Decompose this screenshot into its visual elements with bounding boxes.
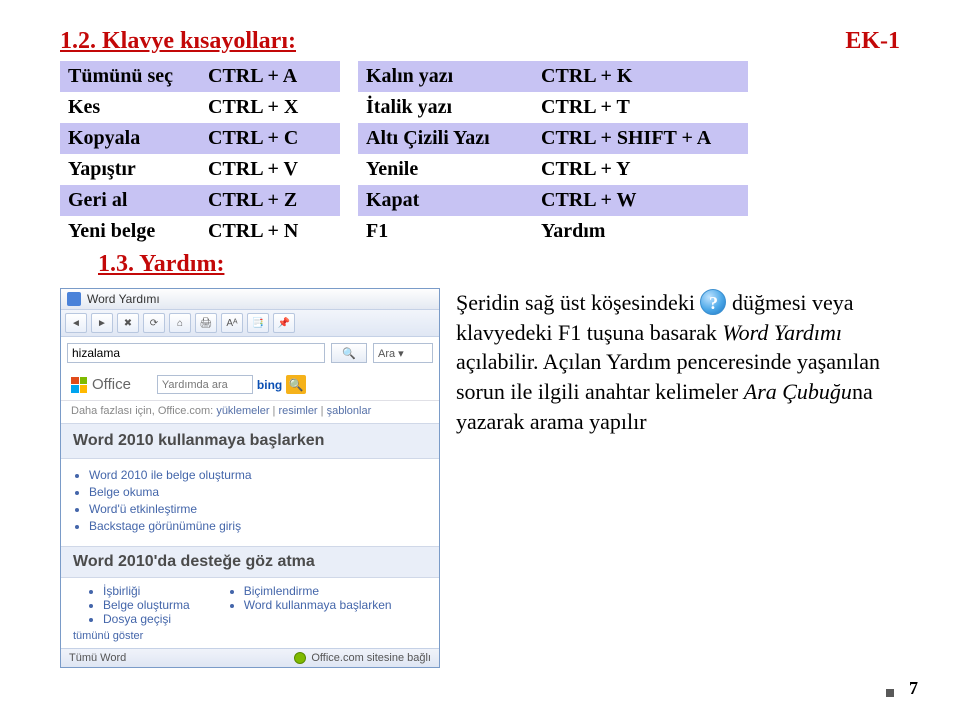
cell: CTRL + C <box>200 123 340 154</box>
word-help-window: Word Yardımı ◄ ► ✖ ⟳ ⌂ 🖨 Aᴬ 📑 📌 🔍 Ara ▾ … <box>60 288 440 668</box>
bing-search-button[interactable]: 🔍 <box>286 375 306 394</box>
help-section-2-col2: Biçimlendirme Word kullanmaya başlarken <box>230 584 392 626</box>
font-button[interactable]: Aᴬ <box>221 313 243 333</box>
help-link[interactable]: Word kullanmaya başlarken <box>244 598 392 612</box>
show-all-link[interactable]: tümünü göster <box>61 628 439 648</box>
page-number: 7 <box>909 678 918 699</box>
help-section-1-title: Word 2010 kullanmaya başlarken <box>61 423 439 459</box>
shortcuts-table-2: Kalın yazıCTRL + K İtalik yazıCTRL + T A… <box>358 61 748 247</box>
cell: F1 <box>358 216 533 247</box>
refresh-button[interactable]: ⟳ <box>143 313 165 333</box>
help-link[interactable]: Backstage görünümüne giriş <box>89 519 431 533</box>
explanation-paragraph: Şeridin sağ üst köşesindeki ? düğmesi ve… <box>456 288 886 436</box>
help-icon: ? <box>700 289 726 315</box>
home-button[interactable]: ⌂ <box>169 313 191 333</box>
more-links-row: Daha fazlası için, Office.com: yüklemele… <box>61 401 439 423</box>
help-section-1-list: Word 2010 ile belge oluşturma Belge okum… <box>61 459 439 546</box>
cell: Yeni belge <box>60 216 200 247</box>
help-link[interactable]: Belge okuma <box>89 485 431 499</box>
cell: CTRL + V <box>200 154 340 185</box>
help-toolbar: ◄ ► ✖ ⟳ ⌂ 🖨 Aᴬ 📑 📌 <box>61 310 439 337</box>
cell: Kopyala <box>60 123 200 154</box>
connection-status-icon <box>294 652 306 664</box>
subsection-title: 1.3. Yardım: <box>98 251 900 278</box>
help-section-2-col1: İşbirliği Belge oluşturma Dosya geçişi <box>89 584 190 626</box>
cell: CTRL + K <box>533 61 748 92</box>
bing-brand-text: bing <box>257 378 282 392</box>
help-link[interactable]: Word 2010 ile belge oluşturma <box>89 468 431 482</box>
help-link[interactable]: Dosya geçişi <box>103 612 190 626</box>
help-statusbar: Tümü Word Office.com sitesine bağlı <box>61 648 439 667</box>
cell: Altı Çizili Yazı <box>358 123 533 154</box>
section-title: 1.2. Klavye kısayolları: <box>60 28 296 55</box>
status-right-text: Office.com sitesine bağlı <box>311 652 431 664</box>
link-templates[interactable]: şablonlar <box>327 405 372 417</box>
bing-search-input[interactable] <box>157 375 253 394</box>
cell: CTRL + A <box>200 61 340 92</box>
cell: Kapat <box>358 185 533 216</box>
pin-button[interactable]: 📌 <box>273 313 295 333</box>
cell: Yenile <box>358 154 533 185</box>
page-bullet-icon <box>886 689 894 697</box>
cell: Kalın yazı <box>358 61 533 92</box>
ek-label: EK-1 <box>845 28 900 55</box>
help-link[interactable]: Belge oluşturma <box>103 598 190 612</box>
office-logo-icon <box>71 377 87 393</box>
help-link[interactable]: İşbirliği <box>103 584 190 598</box>
forward-button[interactable]: ► <box>91 313 113 333</box>
help-link[interactable]: Word'ü etkinleştirme <box>89 502 431 516</box>
help-search-dropdown[interactable]: Ara ▾ <box>373 343 433 363</box>
link-images[interactable]: resimler <box>278 405 317 417</box>
help-window-titlebar: Word Yardımı <box>61 289 439 310</box>
cell: CTRL + T <box>533 92 748 123</box>
cell: İtalik yazı <box>358 92 533 123</box>
cell: Yardım <box>533 216 748 247</box>
help-window-title-text: Word Yardımı <box>87 292 160 306</box>
cell: Yapıştır <box>60 154 200 185</box>
back-button[interactable]: ◄ <box>65 313 87 333</box>
stop-button[interactable]: ✖ <box>117 313 139 333</box>
help-search-input[interactable] <box>67 343 325 363</box>
cell: CTRL + SHIFT + A <box>533 123 748 154</box>
help-search-go-button[interactable]: 🔍 <box>331 343 367 363</box>
shortcuts-table-1: Tümünü seçCTRL + A KesCTRL + X KopyalaCT… <box>60 61 340 247</box>
cell: Geri al <box>60 185 200 216</box>
link-downloads[interactable]: yüklemeler <box>216 405 269 417</box>
cell: CTRL + W <box>533 185 748 216</box>
cell: CTRL + N <box>200 216 340 247</box>
print-button[interactable]: 🖨 <box>195 313 217 333</box>
cell: CTRL + Y <box>533 154 748 185</box>
cell: CTRL + X <box>200 92 340 123</box>
help-section-2-title: Word 2010'da desteğe göz atma <box>61 546 439 578</box>
cell: CTRL + Z <box>200 185 340 216</box>
help-link[interactable]: Biçimlendirme <box>244 584 392 598</box>
toc-button[interactable]: 📑 <box>247 313 269 333</box>
cell: Tümünü seç <box>60 61 200 92</box>
cell: Kes <box>60 92 200 123</box>
book-icon <box>67 292 81 306</box>
office-brand-text: Office <box>92 376 131 393</box>
status-left-text: Tümü Word <box>69 652 126 664</box>
